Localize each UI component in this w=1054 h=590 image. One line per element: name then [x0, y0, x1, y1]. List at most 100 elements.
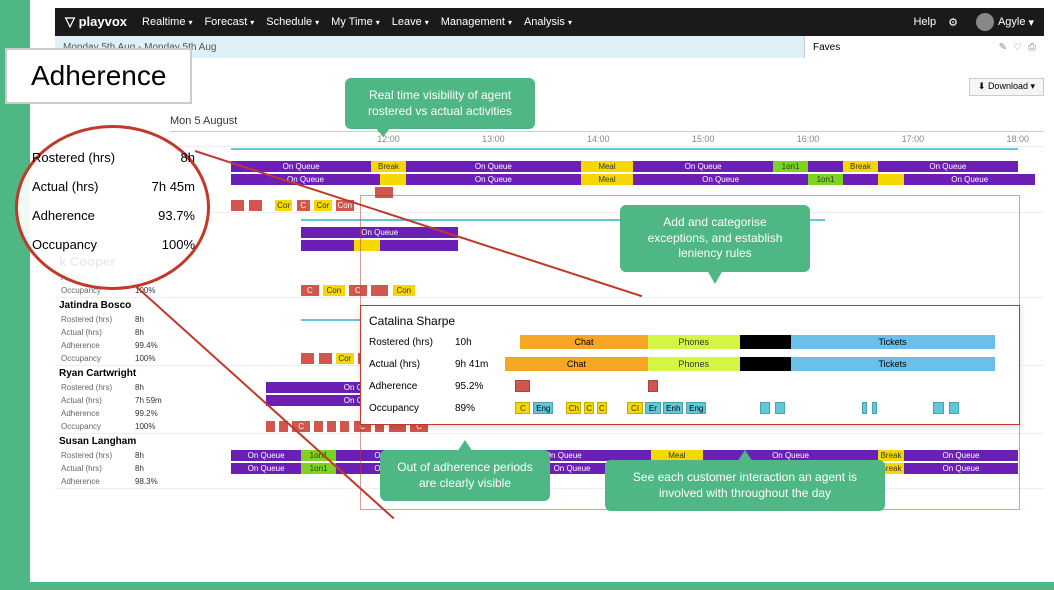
bar-onqueue[interactable]: On Queue [878, 161, 1018, 172]
bar-interaction[interactable]: Cor [336, 353, 353, 364]
bar-break[interactable] [380, 174, 406, 185]
bar-onqueue[interactable]: On Queue [231, 463, 301, 474]
bar-phones[interactable]: Phones [648, 357, 740, 371]
nav-realtime[interactable]: Realtime▾ [142, 16, 192, 28]
bar-onqueue[interactable]: On Queue [406, 161, 581, 172]
nav-forecast[interactable]: Forecast▾ [204, 16, 254, 28]
bar-interaction[interactable]: Cor [314, 200, 331, 211]
nav-leave[interactable]: Leave▾ [392, 16, 429, 28]
bar-interaction[interactable]: C [597, 402, 607, 414]
row-label: Adherence [365, 381, 455, 392]
row-value: 10h [455, 337, 505, 348]
bar-interaction[interactable] [266, 421, 275, 432]
bar-interaction[interactable]: C [301, 285, 318, 296]
bar-break[interactable] [354, 240, 380, 251]
bar-break[interactable]: Break [371, 161, 406, 172]
bar-interaction[interactable] [340, 421, 349, 432]
gear-icon[interactable]: ⚙ [948, 16, 958, 29]
bar-interaction[interactable] [933, 402, 943, 414]
bar-interaction[interactable]: C [349, 285, 366, 296]
bar-interaction[interactable] [231, 200, 244, 211]
bar-out-of-adherence[interactable] [648, 380, 658, 392]
bar-onqueue[interactable]: On Queue [231, 450, 301, 461]
bar-onqueue[interactable] [301, 240, 353, 251]
bar-onqueue[interactable] [808, 161, 843, 172]
bar-onqueue[interactable]: On Queue [633, 161, 773, 172]
bar-chat[interactable]: Chat [520, 335, 648, 349]
bar-interaction[interactable] [862, 402, 867, 414]
user-menu[interactable]: Agyle▾ [970, 13, 1034, 31]
row-value: 100% [135, 354, 170, 363]
nav-mytime[interactable]: My Time▾ [331, 16, 380, 28]
download-button[interactable]: ⬇ Download ▾ [969, 78, 1044, 96]
agent-name[interactable]: Susan Langham [55, 434, 1044, 449]
bar-interaction[interactable]: Cor [275, 200, 292, 211]
bar-interaction[interactable] [949, 402, 959, 414]
bar-meal[interactable]: Meal [581, 161, 633, 172]
row-label: Actual (hrs) [55, 328, 135, 337]
bar-1on1[interactable]: 1on1 [301, 463, 336, 474]
bar-out-of-adherence[interactable] [375, 187, 392, 198]
bar-onqueue[interactable]: On Queue [406, 174, 581, 185]
bar-break[interactable]: Break [843, 161, 878, 172]
bar-onqueue[interactable]: On Queue [904, 174, 1035, 185]
nav-analysis[interactable]: Analysis▾ [524, 16, 572, 28]
bar-tickets[interactable]: Tickets [791, 357, 995, 371]
bar-interaction[interactable]: Ch [566, 402, 581, 414]
bar-chat[interactable]: Chat [505, 357, 648, 371]
bar-onqueue[interactable] [380, 240, 459, 251]
save-icon[interactable]: ⎙ [1028, 42, 1036, 53]
bar-onqueue[interactable]: On Queue [231, 174, 380, 185]
bar-interaction[interactable] [314, 421, 323, 432]
bar-break[interactable]: Break [878, 450, 904, 461]
pencil-icon[interactable]: ✎ [999, 42, 1007, 53]
rostered-row[interactable]: On Queue Break On Queue Meal On Queue 1o… [55, 160, 1044, 173]
bar-interaction[interactable]: C [297, 200, 310, 211]
bar-interaction[interactable]: Eng [533, 402, 553, 414]
row-value: 100% [135, 422, 170, 431]
bar-out-of-adherence[interactable] [515, 380, 530, 392]
bar-onqueue[interactable]: On Queue [904, 463, 1018, 474]
nav-schedule[interactable]: Schedule▾ [266, 16, 319, 28]
row-value: 8h [135, 464, 170, 473]
bar-onqueue[interactable]: On Queue [904, 450, 1018, 461]
inset-adherence-row: Adherence 95.2% [365, 376, 1015, 396]
bar-interaction[interactable]: Con [323, 285, 345, 296]
bar-lunch[interactable]: Lunch [740, 335, 791, 349]
help-link[interactable]: Help [913, 16, 936, 28]
bar-interaction[interactable] [371, 285, 388, 296]
bar-interaction[interactable] [327, 421, 336, 432]
bar-interaction[interactable]: C [584, 402, 594, 414]
bar-onqueue[interactable] [843, 174, 878, 185]
inset-rostered-row[interactable]: Rostered (hrs) 10h Chat Phones Lunch Tic… [365, 332, 1015, 352]
bar-onqueue[interactable]: On Queue [633, 174, 808, 185]
bar-lunch[interactable]: Lunch [740, 357, 791, 371]
bar-interaction[interactable]: Er [645, 402, 660, 414]
bar-interaction[interactable] [872, 402, 877, 414]
row-label: Occupancy [55, 422, 135, 431]
bar-break[interactable] [878, 174, 904, 185]
bar-interaction[interactable] [775, 402, 785, 414]
bar-interaction[interactable] [319, 353, 332, 364]
bar-1on1[interactable]: 1on1 [773, 161, 808, 172]
nav-management[interactable]: Management▾ [441, 16, 512, 28]
bar-interaction[interactable] [301, 353, 314, 364]
bar-interaction[interactable]: CI [627, 402, 642, 414]
bar-1on1[interactable]: 1on1 [808, 174, 843, 185]
bar-meal[interactable]: Meal [581, 174, 633, 185]
bar-tickets[interactable]: Tickets [791, 335, 995, 349]
time-tick: 17:00 [902, 134, 925, 144]
row-value: 98.3% [135, 477, 170, 486]
bar-interaction[interactable]: Con [393, 285, 415, 296]
inset-actual-row[interactable]: Actual (hrs) 9h 41m Chat Phones Lunch Ti… [365, 354, 1015, 374]
bar-interaction[interactable] [249, 200, 262, 211]
zoom-adherence-value: 93.7% [158, 208, 195, 223]
bar-interaction[interactable]: Eng [686, 402, 706, 414]
bar-interaction[interactable]: Enh [663, 402, 683, 414]
agent-name[interactable]: k Cooper [55, 252, 1044, 271]
bar-interaction[interactable]: C [515, 402, 530, 414]
bar-phones[interactable]: Phones [648, 335, 740, 349]
bar-interaction[interactable] [760, 402, 770, 414]
heart-icon[interactable]: ♡ [1013, 42, 1022, 53]
actual-row[interactable] [55, 239, 1044, 252]
